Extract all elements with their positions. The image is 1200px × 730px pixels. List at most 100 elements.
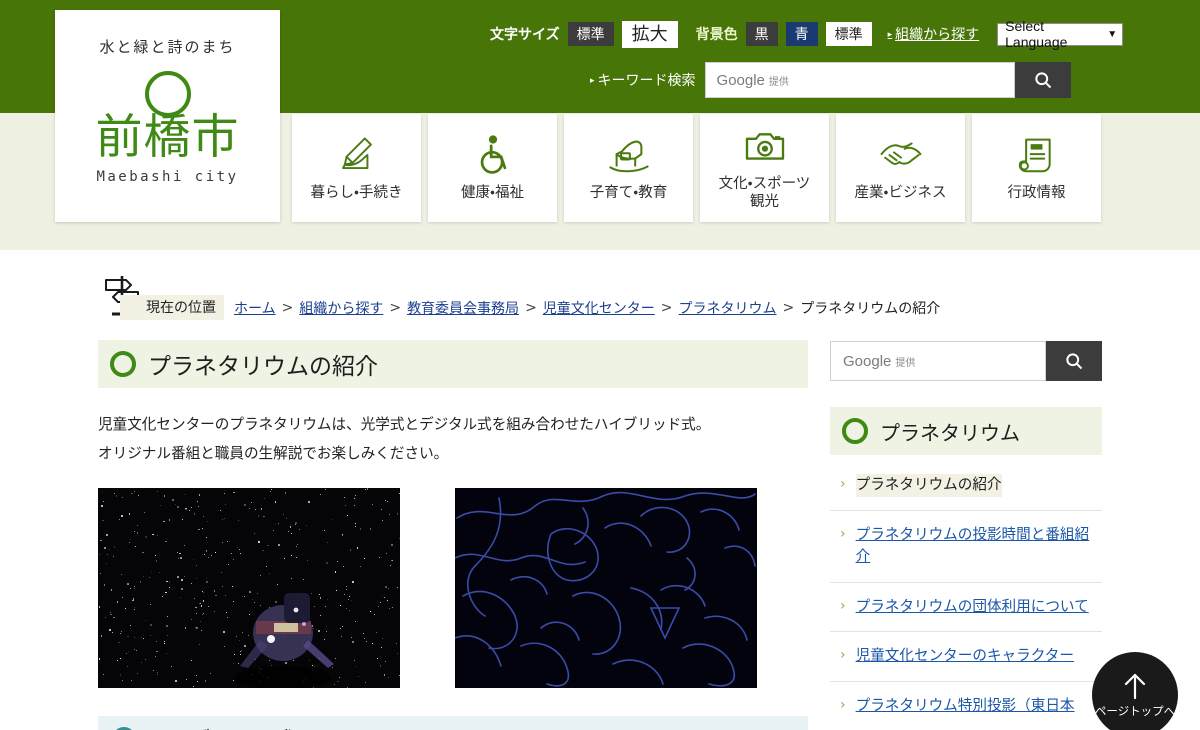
header-search: ▸ キーワード検索 Google 提供: [590, 62, 1071, 98]
breadcrumb-here-label: 現在の位置: [120, 295, 224, 320]
main-content: プラネタリウムの紹介 児童文化センターのプラネタリウムは、光学式とデジタル式を組…: [98, 340, 808, 730]
breadcrumb-item-board[interactable]: 教育委員会事務局: [407, 298, 519, 318]
gnav-item-sangyo[interactable]: 産業・ビジネス: [836, 114, 965, 222]
planetarium-projector-photo: [98, 488, 400, 688]
org-search-link[interactable]: ▸ 組織から探す: [888, 24, 980, 44]
breadcrumb-separator: >: [525, 300, 537, 316]
gnav-label: 子育て・教育: [590, 184, 667, 202]
keyword-search-label: ▸ キーワード検索: [590, 70, 696, 90]
sidebar-item-label[interactable]: プラネタリウムの団体利用について: [856, 596, 1089, 619]
breadcrumb-list: ホーム > 組織から探す > 教育委員会事務局 > 児童文化センター > プラネ…: [234, 298, 940, 318]
arrow-up-icon: [1122, 671, 1148, 701]
rocking-horse-icon: [606, 132, 652, 178]
sidebar-item-label[interactable]: プラネタリウム特別投影（東日本: [856, 695, 1075, 718]
gnav-item-kosodate[interactable]: 子育て・教育: [564, 114, 693, 222]
handshake-icon: [878, 132, 924, 178]
header-search-placeholder-main: Google: [717, 72, 765, 89]
global-nav: 暮らし・手続き 健康・福祉 子育て・教育 文化・スポーツ 観光 産業・ビジネス …: [292, 114, 1101, 222]
wheelchair-icon: [474, 132, 512, 178]
circle-ring-icon: [842, 418, 868, 444]
bg-color-standard-button[interactable]: 標準: [826, 22, 872, 46]
chevron-right-icon: ›: [840, 524, 846, 545]
page-top-button[interactable]: ページトップへ: [1092, 652, 1178, 730]
sidebar-search-placeholder: Google 提供: [843, 353, 915, 370]
breadcrumb-item-home[interactable]: ホーム: [234, 298, 276, 318]
header-search-placeholder-sub: 提供: [769, 77, 789, 88]
bg-color-black-button[interactable]: 黒: [746, 22, 778, 46]
camera-icon: [743, 123, 787, 169]
font-size-label: 文字サイズ: [490, 24, 560, 44]
sidebar-search-button[interactable]: [1046, 341, 1102, 381]
pen-hand-icon: [336, 132, 378, 178]
sidebar-item-group-use[interactable]: › プラネタリウムの団体利用について: [830, 583, 1102, 633]
sidebar-heading: プラネタリウム: [830, 407, 1102, 455]
chevron-right-icon: ›: [840, 645, 846, 666]
breadcrumb-item-org[interactable]: 組織から探す: [299, 298, 383, 318]
language-select-value: Select Language: [1005, 18, 1107, 50]
gnav-item-kenko[interactable]: 健康・福祉: [428, 114, 557, 222]
sidebar-search: Google 提供: [830, 341, 1102, 381]
sidebar-item-label[interactable]: 児童文化センターのキャラクター: [856, 645, 1074, 668]
breadcrumb: 現在の位置 ホーム > 組織から探す > 教育委員会事務局 > 児童文化センター…: [98, 272, 940, 320]
sidebar-item-label: プラネタリウムの紹介: [856, 474, 1002, 497]
section-heading-text: ハイブリッド式: [148, 724, 295, 730]
circle-ring-icon: [110, 351, 136, 377]
sidebar-item-intro[interactable]: › プラネタリウムの紹介: [830, 461, 1102, 511]
lead-paragraph: 児童文化センターのプラネタリウムは、光学式とデジタル式を組み合わせたハイブリッド…: [98, 410, 808, 468]
search-icon: [1064, 351, 1084, 371]
sidebar-item-character[interactable]: › 児童文化センターのキャラクター: [830, 632, 1102, 682]
chevron-right-icon: ›: [840, 474, 846, 495]
constellation-figures-photo: [455, 488, 757, 688]
sidebar-search-placeholder-main: Google: [843, 353, 891, 370]
gnav-label: 文化・スポーツ 観光: [719, 175, 811, 211]
font-size-standard-button[interactable]: 標準: [568, 22, 614, 46]
breadcrumb-item-planetarium[interactable]: プラネタリウム: [679, 298, 777, 318]
breadcrumb-separator: >: [282, 300, 294, 316]
constellation-lines: [455, 488, 757, 688]
gnav-label: 行政情報: [1008, 184, 1066, 202]
chevron-right-icon: ›: [840, 596, 846, 617]
language-select[interactable]: Select Language ▼: [997, 23, 1123, 46]
scroll-document-icon: [1017, 132, 1057, 178]
gnav-item-gyosei[interactable]: 行政情報: [972, 114, 1101, 222]
projector-shape: [98, 488, 400, 688]
gnav-item-kurashi[interactable]: 暮らし・手続き: [292, 114, 421, 222]
org-search-link-label: 組織から探す: [895, 24, 979, 44]
sidebar-search-input[interactable]: Google 提供: [830, 341, 1046, 381]
logo-city-en: Maebashi city: [96, 169, 238, 185]
page-root: 水と緑と詩のまち 前橋市 Maebashi city 文字サイズ 標準 拡大 背…: [0, 0, 1200, 730]
sidebar-link-list: › プラネタリウムの紹介 › プラネタリウムの投影時間と番組紹介 › プラネタリ…: [830, 461, 1102, 730]
sidebar-search-placeholder-sub: 提供: [895, 358, 915, 369]
logo-tagline: 水と緑と詩のまち: [99, 36, 235, 57]
header-search-input[interactable]: Google 提供: [705, 62, 1015, 98]
page-title-text: プラネタリウムの紹介: [148, 347, 378, 381]
lead-line-2: オリジナル番組と職員の生解説でお楽しみください。: [98, 439, 808, 468]
bg-color-blue-button[interactable]: 青: [786, 22, 818, 46]
gnav-label: 産業・ビジネス: [855, 184, 947, 202]
breadcrumb-item-current: プラネタリウムの紹介: [800, 298, 940, 318]
breadcrumb-separator: >: [389, 300, 401, 316]
header-search-button[interactable]: [1015, 62, 1071, 98]
keyword-search-label-text: キーワード検索: [598, 70, 696, 90]
sidebar-heading-text: プラネタリウム: [880, 417, 1020, 446]
breadcrumb-item-center[interactable]: 児童文化センター: [543, 298, 655, 318]
sidebar-item-label[interactable]: プラネタリウムの投影時間と番組紹介: [856, 524, 1098, 569]
font-size-large-button[interactable]: 拡大: [622, 21, 678, 48]
chevron-down-icon: ▼: [1107, 29, 1117, 40]
breadcrumb-separator: >: [661, 300, 673, 316]
header-utility-row: 文字サイズ 標準 拡大 背景色 黒 青 標準 ▸ 組織から探す Select L…: [490, 21, 1123, 47]
page-top-label: ページトップへ: [1095, 703, 1175, 719]
sidebar-item-special[interactable]: › プラネタリウム特別投影（東日本: [830, 682, 1102, 730]
figure-row: [98, 488, 808, 688]
site-logo[interactable]: 水と緑と詩のまち 前橋市 Maebashi city: [55, 10, 280, 222]
sidebar-item-schedule[interactable]: › プラネタリウムの投影時間と番組紹介: [830, 511, 1102, 583]
search-icon: [1033, 70, 1053, 90]
logo-city-ja: 前橋市: [96, 113, 240, 163]
caret-right-icon: ▸: [590, 76, 595, 85]
sidebar: Google 提供 プラネタリウム › プラネタリウムの紹介 › プラネタリウムの…: [830, 341, 1102, 730]
gnav-item-bunka[interactable]: 文化・スポーツ 観光: [700, 114, 829, 222]
lead-line-1: 児童文化センターのプラネタリウムは、光学式とデジタル式を組み合わせたハイブリッド…: [98, 410, 808, 439]
chevron-right-icon: ›: [840, 695, 846, 716]
breadcrumb-separator: >: [783, 300, 795, 316]
gnav-label: 健康・福祉: [461, 184, 524, 202]
